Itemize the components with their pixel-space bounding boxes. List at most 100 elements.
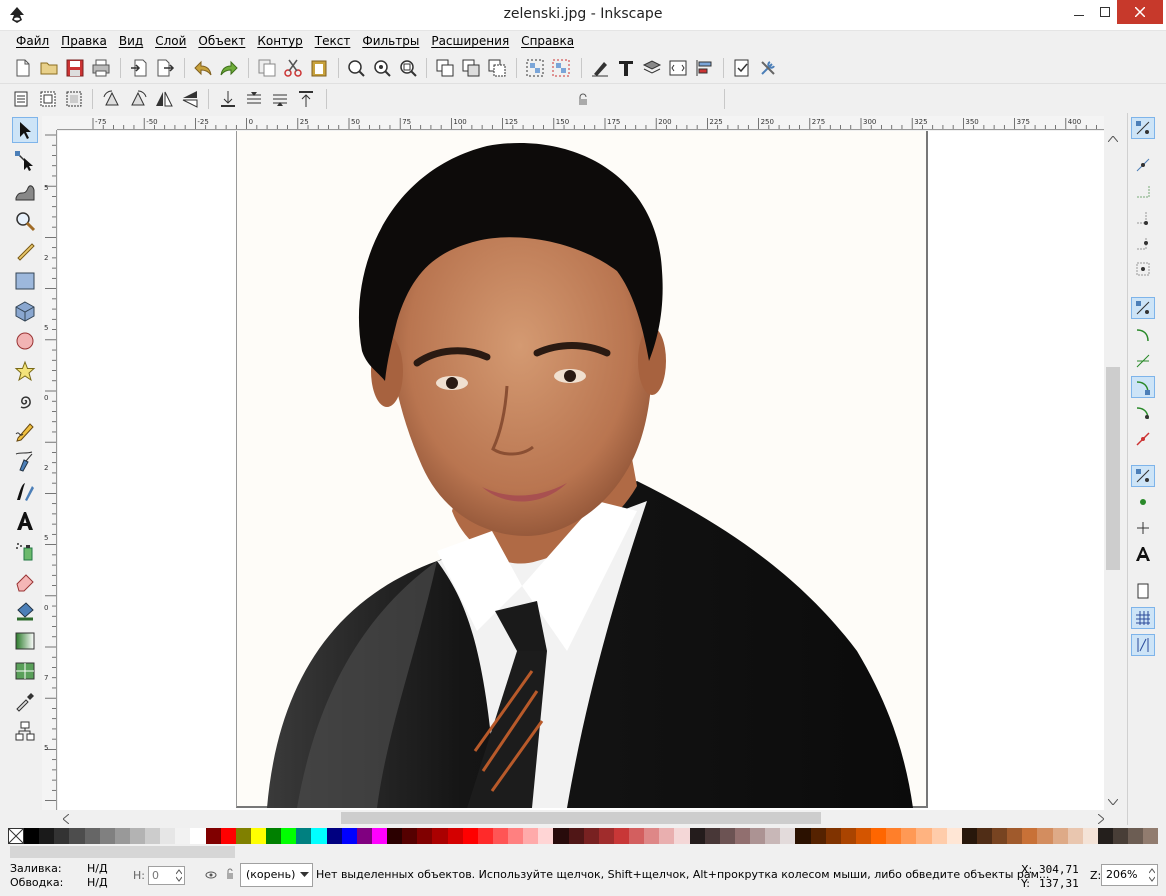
color-swatch[interactable] xyxy=(704,828,720,844)
color-swatch[interactable] xyxy=(1067,828,1083,844)
unlink-clone-icon[interactable] xyxy=(487,58,507,78)
paste-icon[interactable] xyxy=(309,58,329,78)
color-swatch[interactable] xyxy=(886,828,902,844)
color-swatch[interactable] xyxy=(840,828,856,844)
no-paint-swatch[interactable] xyxy=(8,828,24,844)
color-swatch[interactable] xyxy=(568,828,584,844)
scroll-right-icon[interactable] xyxy=(1098,814,1104,824)
color-swatch[interactable] xyxy=(644,828,660,844)
color-swatch[interactable] xyxy=(523,828,539,844)
color-swatch[interactable] xyxy=(1128,828,1144,844)
menu-layer[interactable]: Слой xyxy=(149,31,192,53)
snap-intersections-toggle[interactable] xyxy=(1131,350,1155,372)
snap-rotation-center-toggle[interactable] xyxy=(1131,517,1155,539)
horizontal-scroll-thumb[interactable] xyxy=(341,812,821,824)
color-swatch[interactable] xyxy=(477,828,493,844)
new-document-icon[interactable] xyxy=(13,58,33,78)
star-tool[interactable] xyxy=(12,358,38,384)
color-swatch[interactable] xyxy=(235,828,251,844)
color-swatch[interactable] xyxy=(765,828,781,844)
color-swatch[interactable] xyxy=(1143,828,1159,844)
selector-tool[interactable] xyxy=(12,117,38,143)
color-swatch[interactable] xyxy=(417,828,433,844)
vertical-scroll-thumb[interactable] xyxy=(1106,367,1120,570)
zoom-tool[interactable] xyxy=(12,208,38,234)
fill-stroke-icon[interactable] xyxy=(590,58,610,78)
color-swatch[interactable] xyxy=(553,828,569,844)
color-swatch[interactable] xyxy=(311,828,327,844)
color-swatch[interactable] xyxy=(734,828,750,844)
snap-nodes-toggle[interactable] xyxy=(1131,297,1155,319)
scroll-left-icon[interactable] xyxy=(63,814,69,824)
pencil-tool[interactable] xyxy=(12,418,38,444)
menu-help[interactable]: Справка xyxy=(515,31,580,53)
color-swatch[interactable] xyxy=(250,828,266,844)
zoom-selection-icon[interactable] xyxy=(346,58,366,78)
raise-top-icon[interactable] xyxy=(296,89,316,109)
scroll-up-icon[interactable] xyxy=(1108,136,1118,142)
align-distribute-icon[interactable] xyxy=(694,58,714,78)
layer-lock-icon[interactable] xyxy=(225,868,235,880)
rotate-ccw-icon[interactable] xyxy=(102,89,122,109)
menu-edit[interactable]: Правка xyxy=(55,31,113,53)
color-swatch[interactable] xyxy=(613,828,629,844)
color-swatch[interactable] xyxy=(492,828,508,844)
snap-cusp-toggle[interactable] xyxy=(1131,376,1155,398)
menu-extensions[interactable]: Расширения xyxy=(425,31,515,53)
layer-dropdown[interactable]: (корень) xyxy=(240,863,313,887)
snap-others-toggle[interactable] xyxy=(1131,465,1155,487)
color-swatch[interactable] xyxy=(583,828,599,844)
snap-enable-toggle[interactable] xyxy=(1131,117,1155,139)
color-swatch[interactable] xyxy=(341,828,357,844)
color-swatch[interactable] xyxy=(447,828,463,844)
raise-icon[interactable] xyxy=(270,89,290,109)
snap-bbox-edge-toggle[interactable] xyxy=(1131,180,1155,202)
palette-scrollbar[interactable] xyxy=(10,846,235,858)
color-swatch[interactable] xyxy=(795,828,811,844)
xml-editor-icon[interactable] xyxy=(668,58,688,78)
export-icon[interactable] xyxy=(155,58,175,78)
color-swatch[interactable] xyxy=(810,828,826,844)
color-swatch[interactable] xyxy=(69,828,85,844)
snap-guides-toggle[interactable] xyxy=(1131,634,1155,656)
zoom-spinner-icon[interactable] xyxy=(1149,868,1155,882)
text-tool[interactable] xyxy=(12,508,38,534)
color-swatch[interactable] xyxy=(205,828,221,844)
measure-tool[interactable] xyxy=(12,238,38,264)
color-swatch[interactable] xyxy=(1052,828,1068,844)
clone-icon[interactable] xyxy=(461,58,481,78)
menu-view[interactable]: Вид xyxy=(113,31,149,53)
color-swatch[interactable] xyxy=(629,828,645,844)
print-icon[interactable] xyxy=(91,58,111,78)
snap-object-center-toggle[interactable] xyxy=(1131,491,1155,513)
color-swatch[interactable] xyxy=(1022,828,1038,844)
color-swatch[interactable] xyxy=(24,828,40,844)
select-all-icon[interactable] xyxy=(11,89,31,109)
fill-value[interactable]: Н/Д xyxy=(87,862,108,875)
color-swatch[interactable] xyxy=(281,828,297,844)
lock-icon[interactable] xyxy=(576,92,590,106)
color-swatch[interactable] xyxy=(1082,828,1098,844)
color-swatch[interactable] xyxy=(1097,828,1113,844)
color-swatch[interactable] xyxy=(750,828,766,844)
preferences-icon[interactable] xyxy=(758,58,778,78)
color-swatch[interactable] xyxy=(719,828,735,844)
snap-midpoints-toggle[interactable] xyxy=(1131,428,1155,450)
pen-tool[interactable] xyxy=(12,448,38,474)
cut-icon[interactable] xyxy=(283,58,303,78)
dropper-tool[interactable] xyxy=(12,688,38,714)
menu-path[interactable]: Контур xyxy=(251,31,308,53)
flip-horizontal-icon[interactable] xyxy=(154,89,174,109)
flip-vertical-icon[interactable] xyxy=(180,89,200,109)
undo-icon[interactable] xyxy=(193,58,213,78)
3d-box-tool[interactable] xyxy=(12,298,38,324)
deselect-icon[interactable] xyxy=(64,89,84,109)
lower-icon[interactable] xyxy=(244,89,264,109)
spiral-tool[interactable] xyxy=(12,388,38,414)
color-swatch[interactable] xyxy=(114,828,130,844)
connector-tool[interactable] xyxy=(12,718,38,744)
eraser-tool[interactable] xyxy=(12,568,38,594)
redo-icon[interactable] xyxy=(219,58,239,78)
copy-icon[interactable] xyxy=(257,58,277,78)
color-swatch[interactable] xyxy=(371,828,387,844)
